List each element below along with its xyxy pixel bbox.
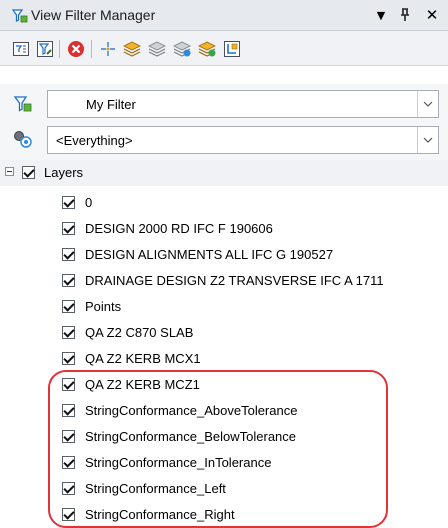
layer-checkbox[interactable]: [62, 482, 75, 495]
layer-checkbox[interactable]: [62, 196, 75, 209]
layer-stack-gray-icon[interactable]: [147, 39, 167, 59]
list-item[interactable]: QA Z2 KERB MCX1: [0, 346, 448, 371]
layer-checkbox[interactable]: [62, 300, 75, 313]
list-item[interactable]: DESIGN 2000 RD IFC F 190606: [0, 216, 448, 241]
layer-stack-icon[interactable]: [122, 39, 142, 59]
layer-label: DESIGN 2000 RD IFC F 190606: [85, 221, 273, 236]
layer-checkbox[interactable]: [62, 352, 75, 365]
layer-checkbox[interactable]: [62, 378, 75, 391]
layer-label: Points: [85, 299, 122, 314]
filter-select-value: My Filter: [86, 97, 136, 112]
list-item[interactable]: Points: [0, 294, 448, 319]
layer-label: StringConformance_AboveTolerance: [85, 403, 298, 418]
list-item[interactable]: StringConformance_Right: [0, 502, 448, 525]
layer-label: DRAINAGE DESIGN Z2 TRANSVERSE IFC A 1711: [85, 273, 384, 288]
close-icon[interactable]: ✕: [423, 6, 441, 24]
window-menu-dropdown-icon[interactable]: ▼: [372, 6, 390, 24]
crosshair-icon[interactable]: [98, 39, 118, 59]
layer-label: StringConformance_Right: [85, 507, 235, 522]
toolbar: [0, 31, 448, 66]
list-item[interactable]: DESIGN ALIGNMENTS ALL IFC G 190527: [0, 242, 448, 267]
layer-filter-icon[interactable]: [222, 39, 242, 59]
list-item[interactable]: StringConformance_Left: [0, 476, 448, 501]
panel-title: View Filter Manager: [31, 7, 156, 23]
list-item[interactable]: QA Z2 C870 SLAB: [0, 320, 448, 345]
list-item[interactable]: DRAINAGE DESIGN Z2 TRANSVERSE IFC A 1711: [0, 268, 448, 293]
layer-checkbox[interactable]: [62, 430, 75, 443]
view-filter-icon: [12, 9, 28, 23]
scope-row: <Everything>: [0, 120, 448, 160]
layer-label: StringConformance_BelowTolerance: [85, 429, 297, 444]
layer-checkbox[interactable]: [62, 456, 75, 469]
layer-checkbox[interactable]: [62, 248, 75, 261]
toolbar-separator: [91, 40, 92, 58]
layer-checkbox[interactable]: [62, 274, 75, 287]
list-item[interactable]: StringConformance_AboveTolerance: [0, 398, 448, 423]
layer-label: StringConformance_InTolerance: [85, 455, 272, 470]
tree-root-layers[interactable]: Layers: [0, 160, 448, 186]
layer-label: QA Z2 KERB MCX1: [85, 351, 201, 366]
layer-label: 0: [85, 195, 93, 210]
layers-checkbox[interactable]: [22, 166, 35, 179]
delete-icon[interactable]: [66, 39, 86, 59]
layer-checkbox[interactable]: [62, 326, 75, 339]
list-item[interactable]: QA Z2 KERB MCZ1: [0, 372, 448, 397]
layer-label: DESIGN ALIGNMENTS ALL IFC G 190527: [85, 247, 334, 262]
filter-row: My Filter: [0, 84, 448, 124]
chevron-down-icon[interactable]: [417, 91, 438, 117]
filter-edit-icon[interactable]: [35, 39, 55, 59]
chevron-down-icon[interactable]: [417, 127, 438, 153]
scope-select-value: <Everything>: [56, 133, 133, 148]
layer-stack-add-icon[interactable]: [197, 39, 217, 59]
layer-label: QA Z2 C870 SLAB: [85, 325, 194, 340]
layer-label: StringConformance_Left: [85, 481, 226, 496]
layer-checkbox[interactable]: [62, 508, 75, 521]
toolbar-separator: [59, 40, 60, 58]
layer-checkbox[interactable]: [62, 222, 75, 235]
list-item[interactable]: 0: [0, 190, 448, 215]
filter-list-icon[interactable]: [11, 39, 31, 59]
pin-icon[interactable]: [396, 6, 414, 24]
panel-titlebar: View Filter Manager ▼ ✕: [0, 0, 448, 31]
layer-stack-check-icon[interactable]: [172, 39, 192, 59]
tree-root-label: Layers: [44, 165, 84, 180]
scope-select[interactable]: <Everything>: [47, 126, 439, 154]
list-item[interactable]: StringConformance_BelowTolerance: [0, 424, 448, 449]
reference-icon: [14, 131, 32, 148]
filter-select[interactable]: My Filter: [47, 90, 439, 118]
view-filter-icon: [13, 96, 32, 112]
list-item[interactable]: StringConformance_InTolerance: [0, 450, 448, 475]
layer-checkbox[interactable]: [62, 404, 75, 417]
layer-label: QA Z2 KERB MCZ1: [85, 377, 200, 392]
collapse-icon[interactable]: [5, 167, 14, 176]
